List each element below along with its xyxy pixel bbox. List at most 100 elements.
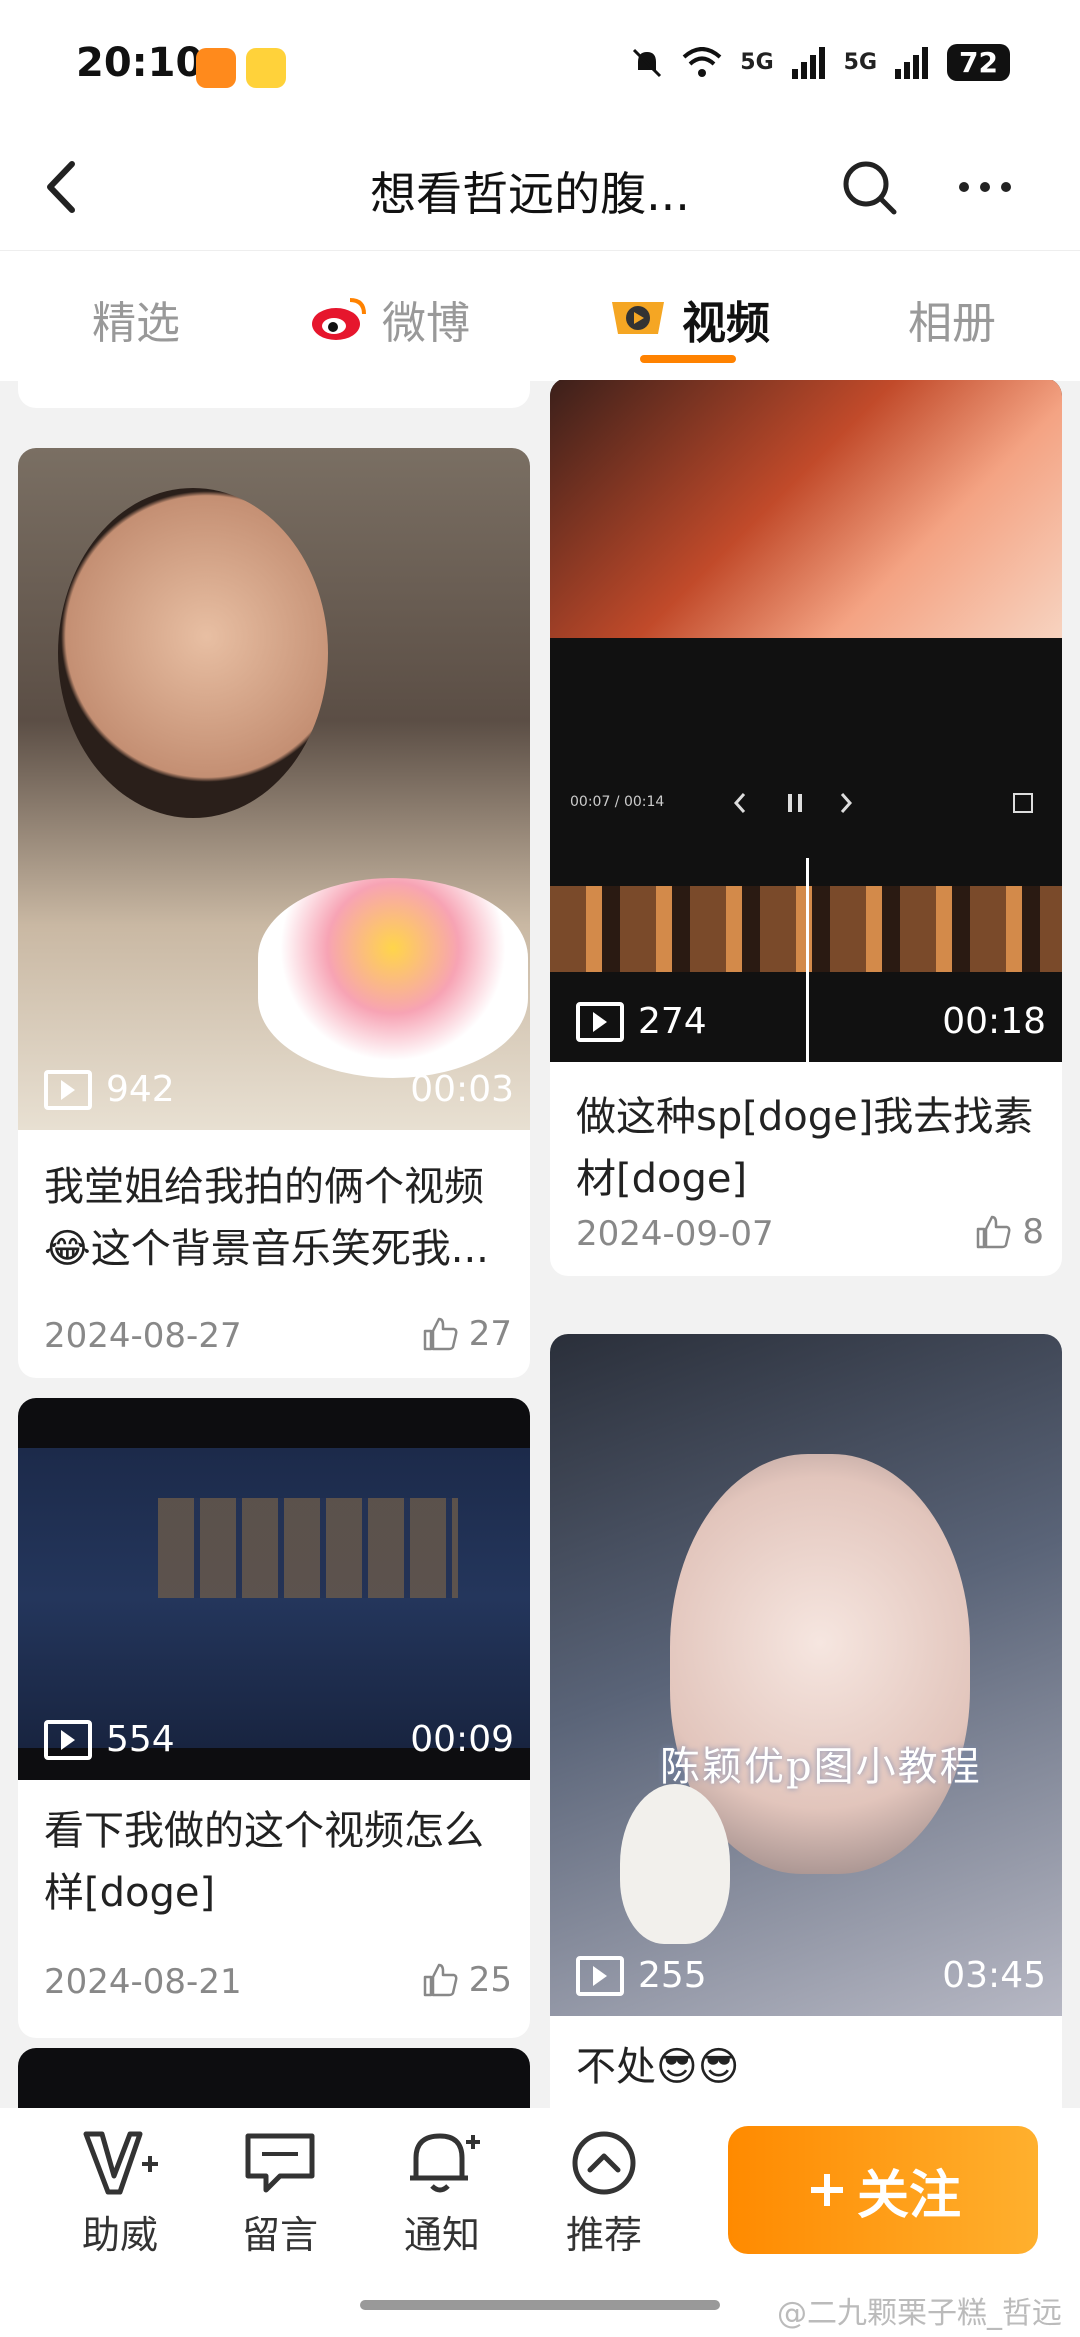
cheer-v-icon <box>83 2131 158 2195</box>
video-card[interactable]: 942 00:03 我堂姐给我拍的俩个视频😂这个背景音乐笑死我... 2024-… <box>18 448 530 1378</box>
video-card[interactable]: 00:07 / 00:14 274 00:18 做这种sp[doge]我去找素材… <box>550 380 1062 1276</box>
video-duration: 00:18 <box>942 1001 1046 1042</box>
search-icon[interactable] <box>834 152 904 222</box>
video-date: 2024-09-07 <box>576 1214 774 1254</box>
network-type-1: 5G <box>740 50 774 75</box>
video-caption: 看下我做的这个视频怎么样[doge] <box>44 1808 484 1916</box>
more-dots-icon[interactable] <box>950 152 1020 222</box>
mute-icon <box>633 48 662 77</box>
tab-bar: 精选 微博 视频 相册 <box>0 250 1080 381</box>
tab-album[interactable]: 相册 <box>908 287 996 351</box>
thumbnail-hero-grid <box>158 1498 458 1598</box>
timeline-playhead <box>806 858 809 1062</box>
play-count-value: 274 <box>638 1001 707 1042</box>
video-card[interactable]: 陈颖优p图小教程 255 03:45 不处😎😎 <box>550 1334 1062 2108</box>
video-caption: 做这种sp[doge]我去找素材[doge] <box>576 1094 1034 1202</box>
cheer-label: 助威 <box>81 2213 158 2257</box>
tab-weibo[interactable]: 微博 <box>310 287 470 351</box>
signal-icon <box>791 46 825 79</box>
play-icon <box>576 1955 624 1996</box>
tab-label: 精选 <box>92 298 180 349</box>
recommend-label: 推荐 <box>565 2213 642 2257</box>
video-duration: 00:09 <box>410 1719 514 1760</box>
video-card[interactable] <box>18 2048 530 2108</box>
video-caption: 我堂姐给我拍的俩个视频😂这个背景音乐笑死我... <box>44 1164 489 1272</box>
weibo-notification-icon <box>246 48 286 88</box>
thumbnail-anime-scene <box>550 380 1062 638</box>
message-button[interactable]: 留言 <box>220 2128 340 2259</box>
follow-button[interactable]: 关注 <box>728 2126 1038 2254</box>
like-button[interactable]: 25 <box>421 1960 512 2000</box>
status-icons: 5G 5G 72 <box>630 44 1010 81</box>
message-icon <box>245 2133 315 2193</box>
play-count-value: 942 <box>106 1069 175 1110</box>
tab-video[interactable]: 视频 <box>608 287 770 351</box>
weibo-logo-icon <box>312 298 366 340</box>
notify-label: 通知 <box>403 2213 480 2257</box>
editor-controls <box>733 793 1033 813</box>
partial-video-card[interactable]: 2024-07-07 <box>18 380 530 408</box>
plus-icon <box>810 2174 843 2206</box>
like-count: 25 <box>468 1960 512 2000</box>
thumbnail-game-screen <box>18 1448 530 1748</box>
play-icon <box>44 1719 92 1760</box>
status-bar: 20:10 5G 5G 72 <box>0 0 1080 130</box>
video-card[interactable]: 554 00:09 看下我做的这个视频怎么样[doge] 2024-08-21 … <box>18 1398 530 2038</box>
play-count-value: 554 <box>106 1719 175 1760</box>
video-tab-icon <box>612 302 664 334</box>
thumbnail-flower <box>620 1784 730 1944</box>
play-count: 255 <box>576 1955 707 1996</box>
video-thumbnail[interactable] <box>18 2048 530 2108</box>
signal-icon-2 <box>895 46 929 79</box>
network-type-2: 5G <box>843 50 878 75</box>
play-icon <box>576 1001 624 1042</box>
video-caption: 不处😎😎 <box>576 2044 740 2090</box>
video-thumbnail[interactable]: 554 00:09 <box>18 1398 530 1780</box>
video-date: 2024-08-21 <box>44 1962 242 2002</box>
tab-label: 相册 <box>908 298 996 349</box>
message-label: 留言 <box>241 2213 318 2257</box>
page-title: 想看哲远的腹... <box>370 167 690 221</box>
thumbs-up-icon <box>423 1963 458 1997</box>
wifi-icon <box>682 46 722 77</box>
video-thumbnail[interactable]: 陈颖优p图小教程 255 03:45 <box>550 1334 1062 2016</box>
bell-plus-icon <box>410 2133 480 2193</box>
play-icon <box>44 1069 92 1110</box>
like-button[interactable]: 27 <box>421 1314 512 1354</box>
chevron-up-circle-icon <box>572 2131 636 2195</box>
active-tab-indicator <box>640 355 736 363</box>
like-count: 27 <box>468 1314 512 1354</box>
status-time: 20:10 <box>76 40 204 86</box>
tab-featured[interactable]: 精选 <box>92 287 180 351</box>
thumbnail-cake <box>258 878 528 1078</box>
chevron-left-icon[interactable] <box>30 152 100 222</box>
editor-timecode: 00:07 / 00:14 <box>570 794 665 810</box>
video-thumbnail[interactable]: 942 00:03 <box>18 448 530 1130</box>
thumbnail-person <box>58 488 328 818</box>
video-duration: 03:45 <box>942 1955 1046 1996</box>
play-count: 274 <box>576 1001 707 1042</box>
tab-label: 微博 <box>382 298 470 349</box>
home-indicator[interactable] <box>360 2300 720 2310</box>
cheer-button[interactable]: 助威 <box>60 2128 180 2259</box>
follow-label: 关注 <box>856 2165 961 2226</box>
thumbs-up-icon <box>977 1215 1011 1249</box>
video-date: 2024-08-27 <box>44 1316 242 1356</box>
top-nav-bar: 想看哲远的腹... <box>0 130 1080 250</box>
like-count: 8 <box>1022 1212 1044 1252</box>
tab-label: 视频 <box>682 298 770 349</box>
thumbs-up-icon <box>423 1317 458 1351</box>
recommend-button[interactable]: 推荐 <box>544 2128 664 2259</box>
play-count: 942 <box>44 1069 175 1110</box>
video-feed[interactable]: 2024-07-07 942 00:03 我堂姐给我拍的俩个视频😂这个背景音乐笑… <box>0 380 1080 2108</box>
play-count-value: 255 <box>638 1955 707 1996</box>
notification-app-icon <box>196 48 236 88</box>
notify-button[interactable]: 通知 <box>382 2128 502 2259</box>
play-count: 554 <box>44 1719 175 1760</box>
thumbnail-overlay-text: 陈颖优p图小教程 <box>660 1744 982 1790</box>
battery-level: 72 <box>947 44 1010 81</box>
like-button[interactable]: 8 <box>974 1212 1044 1252</box>
video-duration: 00:03 <box>410 1069 514 1110</box>
video-thumbnail[interactable]: 00:07 / 00:14 274 00:18 <box>550 380 1062 1062</box>
weibo-watermark: @二九颗栗子糕_哲远 <box>777 2296 1062 2331</box>
